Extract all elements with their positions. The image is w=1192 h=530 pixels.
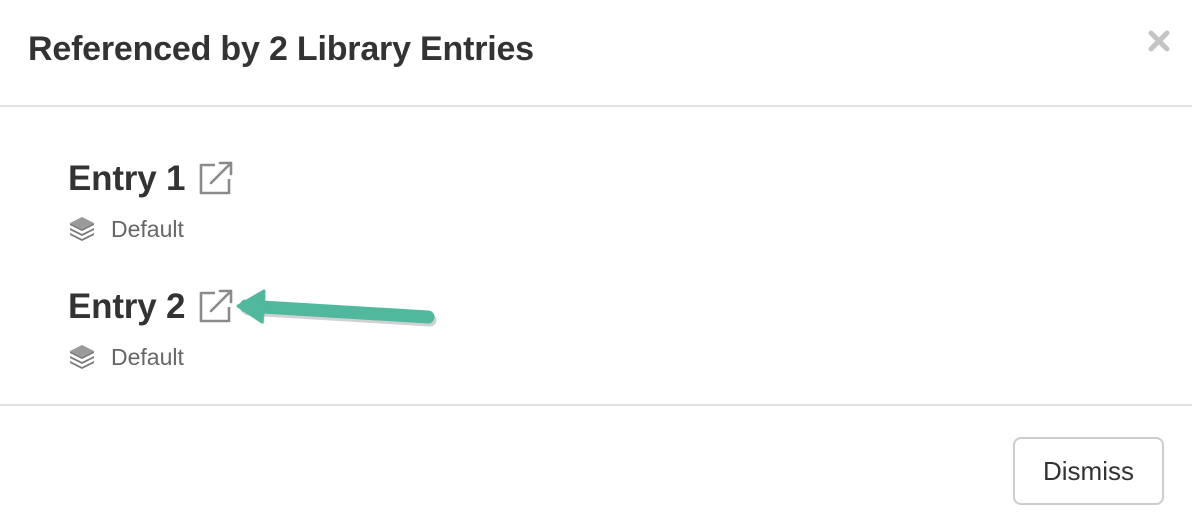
modal-title: Referenced by 2 Library Entries: [28, 30, 534, 68]
entry-library: Default: [111, 343, 184, 370]
referenced-entries-modal: Referenced by 2 Library Entries Entry 1: [0, 0, 1192, 530]
entry-title-row: Entry 2: [68, 285, 235, 329]
modal-footer: Dismiss: [0, 404, 1192, 530]
annotation-arrow: [236, 289, 437, 327]
entry-name[interactable]: Entry 2: [68, 287, 185, 327]
close-icon[interactable]: [1144, 26, 1174, 56]
list-item: Entry 1 Default: [68, 157, 235, 243]
layers-icon: [68, 215, 96, 243]
entry-meta: Default: [68, 343, 235, 371]
modal-body: Entry 1 Default Entry 2 Default: [0, 107, 1192, 405]
entry-name[interactable]: Entry 1: [68, 159, 185, 199]
layers-icon: [68, 343, 96, 371]
external-link-icon[interactable]: [195, 159, 235, 199]
modal-header: Referenced by 2 Library Entries: [0, 0, 1192, 107]
entry-meta: Default: [68, 215, 235, 243]
entry-title-row: Entry 1: [68, 157, 235, 201]
dismiss-button[interactable]: Dismiss: [1013, 437, 1164, 505]
list-item: Entry 2 Default: [68, 285, 235, 371]
entry-library: Default: [111, 215, 184, 242]
